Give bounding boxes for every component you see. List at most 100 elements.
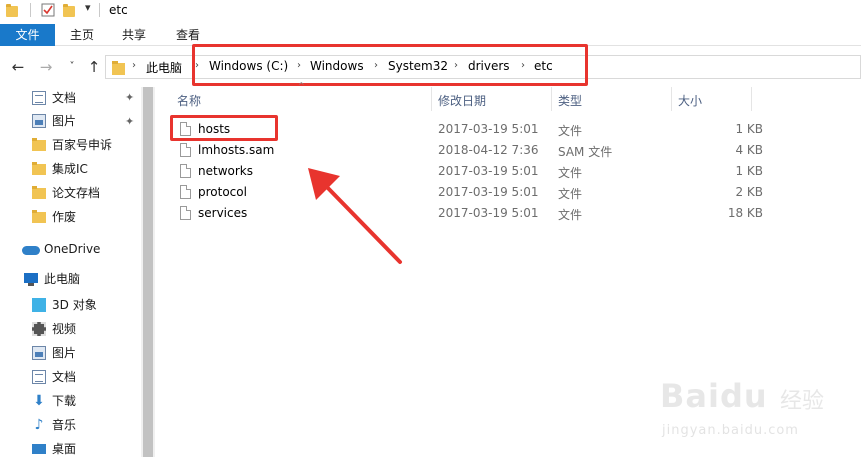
file-name: protocol xyxy=(198,185,247,199)
navigation-bar: ← → ˅ ↑ › 此电脑 › Windows (C:) › Windows ›… xyxy=(0,47,861,87)
chevron-right-icon[interactable]: › xyxy=(297,60,301,71)
crumb-this-pc[interactable]: 此电脑 xyxy=(146,59,182,76)
document-icon xyxy=(32,91,46,105)
crumb-drivers[interactable]: drivers xyxy=(468,59,510,73)
column-header-name[interactable]: 名称 xyxy=(177,92,201,109)
file-row-services[interactable]: services 2017-03-19 5:01 文件 18 KB xyxy=(173,204,823,225)
sidebar-item-label: 音乐 xyxy=(52,418,77,432)
tab-view[interactable]: 查看 xyxy=(166,24,210,46)
chevron-right-icon[interactable]: › xyxy=(454,60,458,71)
column-header-date[interactable]: 修改日期 xyxy=(438,92,486,109)
column-divider[interactable] xyxy=(431,87,432,111)
sidebar-item-label: 图片 xyxy=(52,114,77,128)
3d-objects-icon xyxy=(32,298,46,312)
customize-toolbar-icon[interactable]: ▾ xyxy=(85,1,91,14)
folder-icon xyxy=(32,138,46,151)
file-date: 2017-03-19 5:01 xyxy=(438,206,539,220)
title-bar: ▾ etc xyxy=(0,0,861,22)
file-row-hosts[interactable]: hosts 2017-03-19 5:01 文件 1 KB xyxy=(173,120,823,141)
window-title: etc xyxy=(109,3,128,17)
sidebar-item-label: 桌面 xyxy=(52,442,77,456)
column-divider[interactable] xyxy=(551,87,552,111)
tab-share[interactable]: 共享 xyxy=(112,24,156,46)
chevron-right-icon[interactable]: › xyxy=(374,60,378,71)
file-type: SAM 文件 xyxy=(558,145,613,159)
navigation-pane: 文档 ✦ 图片 ✦ 百家号申诉 集成IC 论文存档 作废 OneDrive 此电… xyxy=(0,87,155,457)
tab-file[interactable]: 文件 xyxy=(0,24,55,46)
file-icon xyxy=(180,164,191,178)
file-size: 4 KB xyxy=(735,143,763,157)
sidebar-item-label: 集成IC xyxy=(52,162,88,176)
pin-icon[interactable]: ✦ xyxy=(125,115,134,128)
pin-icon[interactable]: ✦ xyxy=(125,91,134,104)
sidebar-item-label: 3D 对象 xyxy=(52,298,97,312)
crumb-etc[interactable]: etc xyxy=(534,59,553,73)
file-name: lmhosts.sam xyxy=(198,143,275,157)
file-icon xyxy=(180,143,191,157)
chevron-right-icon[interactable]: › xyxy=(132,60,136,71)
column-divider[interactable] xyxy=(671,87,672,111)
file-size: 18 KB xyxy=(727,206,763,220)
properties-icon[interactable] xyxy=(41,3,55,17)
folder-icon xyxy=(32,186,46,199)
file-name: services xyxy=(198,206,248,220)
file-size: 1 KB xyxy=(735,164,763,178)
file-date: 2017-03-19 5:01 xyxy=(438,185,539,199)
file-date: 2017-03-19 5:01 xyxy=(438,122,539,136)
tab-home[interactable]: 主页 xyxy=(60,24,104,46)
sort-caret-icon: ^ xyxy=(298,81,305,90)
file-type: 文件 xyxy=(558,187,583,201)
sidebar-item-label: 下载 xyxy=(52,394,77,408)
divider xyxy=(99,3,100,17)
column-header-type[interactable]: 类型 xyxy=(558,92,582,109)
sidebar-item-label: 百家号申诉 xyxy=(52,138,113,152)
crumb-windows[interactable]: Windows xyxy=(310,59,364,73)
file-size: 2 KB xyxy=(735,185,763,199)
sidebar-item-label: 此电脑 xyxy=(44,272,81,286)
file-icon xyxy=(180,206,191,220)
up-arrow-icon[interactable]: ↑ xyxy=(86,57,102,77)
sidebar-item-label: OneDrive xyxy=(44,242,101,256)
file-row-lmhosts[interactable]: lmhosts.sam 2018-04-12 7:36 SAM 文件 4 KB xyxy=(173,141,823,162)
file-name: hosts xyxy=(198,122,231,136)
chevron-right-icon[interactable]: › xyxy=(195,60,199,71)
pictures-icon xyxy=(32,346,46,360)
back-arrow-icon[interactable]: ← xyxy=(10,57,26,77)
crumb-c-drive[interactable]: Windows (C:) xyxy=(209,59,288,73)
crumb-system32[interactable]: System32 xyxy=(388,59,448,73)
file-type: 文件 xyxy=(558,166,583,180)
sidebar-scrollbar-thumb[interactable] xyxy=(143,87,153,457)
folder-icon xyxy=(32,210,46,223)
file-type: 文件 xyxy=(558,124,583,138)
folder-icon xyxy=(6,4,18,17)
chevron-right-icon[interactable]: › xyxy=(521,60,525,71)
new-folder-icon[interactable] xyxy=(63,4,75,17)
document-icon xyxy=(32,370,46,384)
recent-locations-chevron-icon[interactable]: ˅ xyxy=(64,57,80,77)
sidebar-item-label: 视频 xyxy=(52,322,77,336)
download-icon: ⬇ xyxy=(33,393,45,409)
file-icon xyxy=(180,185,191,199)
file-icon xyxy=(180,122,191,136)
video-icon xyxy=(32,322,46,336)
cloud-icon xyxy=(22,246,40,255)
column-divider[interactable] xyxy=(751,87,752,111)
file-list: ^ 名称 修改日期 类型 大小 hosts 2017-03-19 5:01 文件… xyxy=(155,81,861,457)
sidebar-item-label: 作废 xyxy=(52,210,77,224)
file-date: 2017-03-19 5:01 xyxy=(438,164,539,178)
sidebar-item-label: 文档 xyxy=(52,91,77,105)
computer-icon xyxy=(24,273,38,286)
file-date: 2018-04-12 7:36 xyxy=(438,143,539,157)
music-icon: ♪ xyxy=(34,417,44,433)
file-row-protocol[interactable]: protocol 2017-03-19 5:01 文件 2 KB xyxy=(173,183,823,204)
folder-icon xyxy=(112,61,125,75)
pictures-icon xyxy=(32,114,46,128)
ribbon-tabs: 文件 主页 共享 查看 xyxy=(0,24,861,46)
sidebar-item-label: 图片 xyxy=(52,346,77,360)
column-header-size[interactable]: 大小 xyxy=(678,92,702,109)
forward-arrow-icon[interactable]: → xyxy=(38,57,54,77)
desktop-icon xyxy=(32,444,46,454)
divider xyxy=(30,3,31,17)
address-bar[interactable]: › 此电脑 › Windows (C:) › Windows › System3… xyxy=(105,55,861,79)
file-row-networks[interactable]: networks 2017-03-19 5:01 文件 1 KB xyxy=(173,162,823,183)
